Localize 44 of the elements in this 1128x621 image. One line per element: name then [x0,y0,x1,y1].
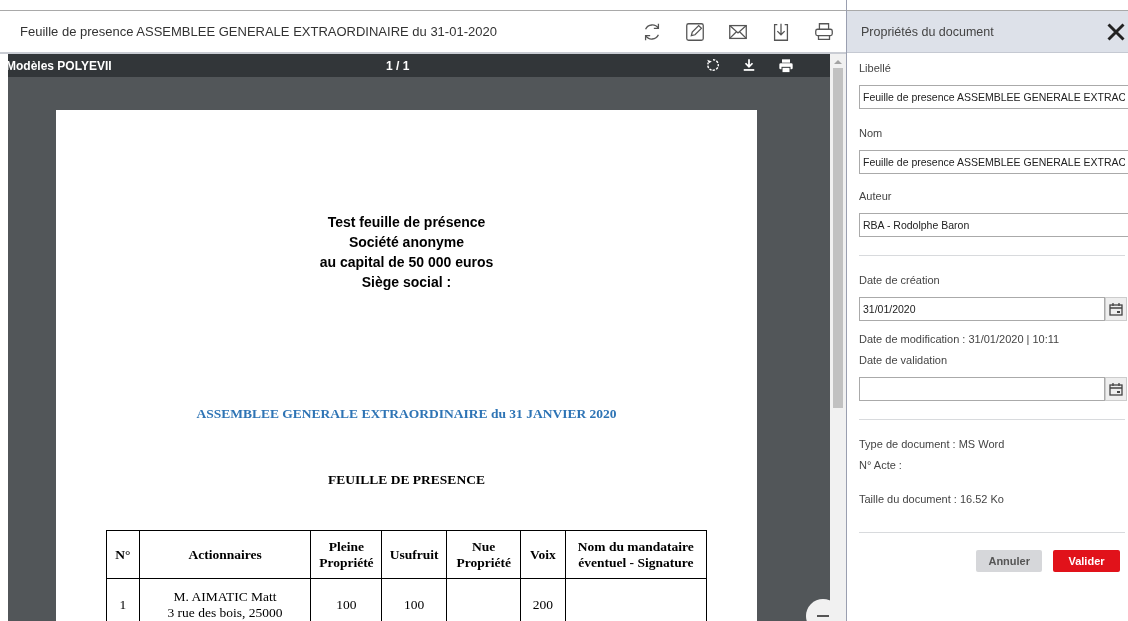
column-header: Actionnaires [139,530,311,579]
date-field[interactable]: 31/01/2020 [859,297,1105,321]
cancel-button[interactable]: Annuler [976,550,1042,572]
info-text: Type de document : MS Word [859,437,1006,451]
text-field[interactable]: RBA - Rodolphe Baron [859,213,1128,237]
document-size: Taille du document : 16.52 Ko [859,492,1005,506]
field-label: Date de création [859,273,941,287]
column-header: Pleine Propriété [310,530,382,579]
document-title: Feuille de presence ASSEMBLEE GENERALE EXTRAORDINAIRE du 31-01-2020 [20,24,498,39]
close-icon [1106,21,1126,42]
heading-line: Test feuille de présence [327,213,486,232]
date-field[interactable] [859,377,1105,401]
calendar-icon [1109,382,1123,396]
table-cell: 1 [106,578,140,621]
rotate-icon[interactable] [706,57,720,72]
heading-line: au capital de 50 000 euros [319,253,494,272]
info-text: N° Acte : [859,458,903,472]
calendar-icon [1109,302,1123,316]
sheet-title: FEUILLE DE PRESENCE [328,472,485,488]
field-label: Nom [859,126,884,140]
download-icon[interactable] [742,57,756,72]
column-header: Usufruit [381,530,447,579]
meeting-title: ASSEMBLEE GENERALE EXTRAORDINAIRE du 31 JANVIER 2020 [196,406,617,422]
column-header: Nom du mandataire éventuel - Signature [565,530,707,579]
text-field[interactable]: Feuille de presence ASSEMBLEE GENERALE EXTRAC [859,85,1128,109]
calendar-button[interactable] [1105,297,1127,321]
field-label: Libellé [859,61,892,75]
scrollbar[interactable] [830,54,846,621]
text-field[interactable]: Feuille de presence ASSEMBLEE GENERALE EXTRAC [859,150,1128,174]
field-label: Date de validation [859,353,949,367]
column-header: Voix [520,530,566,579]
column-header: N° [106,530,140,579]
print-icon[interactable] [778,57,794,74]
heading-line: Société anonyme [348,233,465,252]
calendar-button[interactable] [1105,377,1127,401]
page-counter: 1 / 1 [386,58,411,73]
column-header: Nue Propriété [446,530,521,579]
validate-button[interactable]: Valider [1053,550,1120,572]
field-label: Auteur [859,189,893,203]
modification-date: Date de modification : 31/01/2020 | 10:11 [859,332,1061,346]
panel-title: Propriétés du document [861,24,995,39]
minus-icon [817,615,829,617]
heading-line: Siège social : [361,273,452,292]
close-button[interactable] [1106,21,1126,42]
